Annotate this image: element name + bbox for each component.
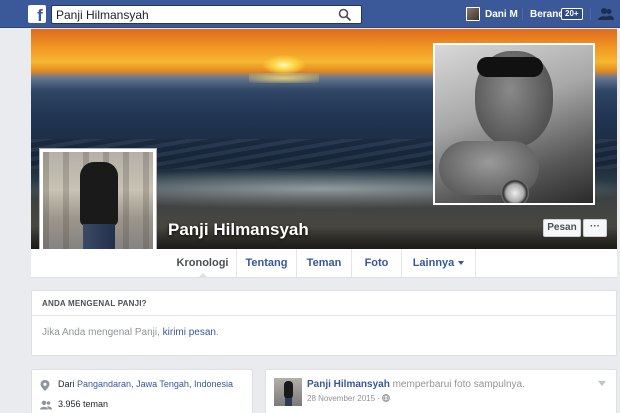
post-timestamp[interactable]: 28 November 2015 · <box>307 394 391 403</box>
know-card-text: Jika Anda mengenal Panji, kirimi pesan. <box>42 327 219 338</box>
globe-icon <box>382 394 391 402</box>
know-card: ANDA MENGENAL PANJI? Jika Anda mengenal … <box>31 290 617 356</box>
inset-watch <box>501 179 529 203</box>
profile-tab-bar: Kronologi Tentang Teman Foto Lainnya <box>31 249 617 278</box>
tab-teman[interactable]: Teman <box>297 249 352 277</box>
user-name-link[interactable]: Dani M <box>485 9 518 20</box>
post-author-avatar[interactable] <box>274 378 302 406</box>
search-box[interactable] <box>51 5 362 24</box>
people-icon <box>40 400 52 410</box>
post-author-link[interactable]: Panji Hilmansyah <box>307 379 390 390</box>
post-header: Panji Hilmansyah memperbarui foto sampul… <box>307 379 525 390</box>
post-action-text: memperbarui foto sampulnya. <box>389 379 525 390</box>
nav-divider <box>522 8 523 20</box>
intro-hometown-text: Dari Pangandaran, Jawa Tengah, Indonesia <box>58 379 233 389</box>
more-options-button[interactable]: ··· <box>583 219 607 237</box>
intro-friends-count[interactable]: 3.956 teman <box>58 399 108 409</box>
know-card-title: ANDA MENGENAL PANJI? <box>42 299 147 308</box>
chevron-down-icon[interactable] <box>598 381 606 386</box>
home-notification-badge: 20+ <box>561 8 583 20</box>
intro-hometown-prefix: Dari <box>58 379 78 389</box>
post-date-text: 28 November 2015 · <box>307 394 380 403</box>
know-card-text-prefix: Jika Anda mengenal Panji, <box>42 327 163 338</box>
send-message-link[interactable]: kirimi pesan <box>163 327 216 338</box>
chevron-down-icon <box>458 261 465 266</box>
location-pin-icon <box>40 380 50 391</box>
message-button[interactable]: Pesan <box>543 219 581 237</box>
friends-icon[interactable] <box>598 7 614 21</box>
know-card-text-suffix: . <box>216 327 219 338</box>
cover-inset-photo <box>433 43 595 205</box>
post-avatar-person <box>284 381 293 399</box>
know-card-divider <box>32 315 616 316</box>
search-input[interactable] <box>56 7 336 22</box>
intro-card: Dari Pangandaran, Jawa Tengah, Indonesia… <box>31 369 253 413</box>
tab-foto[interactable]: Foto <box>352 249 402 277</box>
tab-kronologi[interactable]: Kronologi <box>169 249 237 278</box>
user-avatar[interactable] <box>466 7 480 21</box>
post-avatar-person-legs <box>285 398 292 406</box>
top-navigation-bar: f Dani M Beranda 20+ <box>0 0 620 28</box>
facebook-logo-icon[interactable]: f <box>28 5 46 23</box>
tab-lainnya-label: Lainnya <box>412 257 455 269</box>
search-icon[interactable] <box>338 8 352 22</box>
inset-sunglasses <box>477 57 543 77</box>
tab-tentang[interactable]: Tentang <box>237 249 297 277</box>
profile-name[interactable]: Panji Hilmansyah <box>168 220 309 240</box>
tab-lainnya[interactable]: Lainnya <box>402 249 476 277</box>
post-card: Panji Hilmansyah memperbarui foto sampul… <box>265 369 617 413</box>
sun-glint <box>249 73 319 83</box>
hometown-link[interactable]: Pangandaran, Jawa Tengah, Indonesia <box>77 379 233 389</box>
profile-picture-person <box>80 162 118 226</box>
nav-divider <box>590 8 591 20</box>
profile-picture[interactable] <box>43 152 153 262</box>
